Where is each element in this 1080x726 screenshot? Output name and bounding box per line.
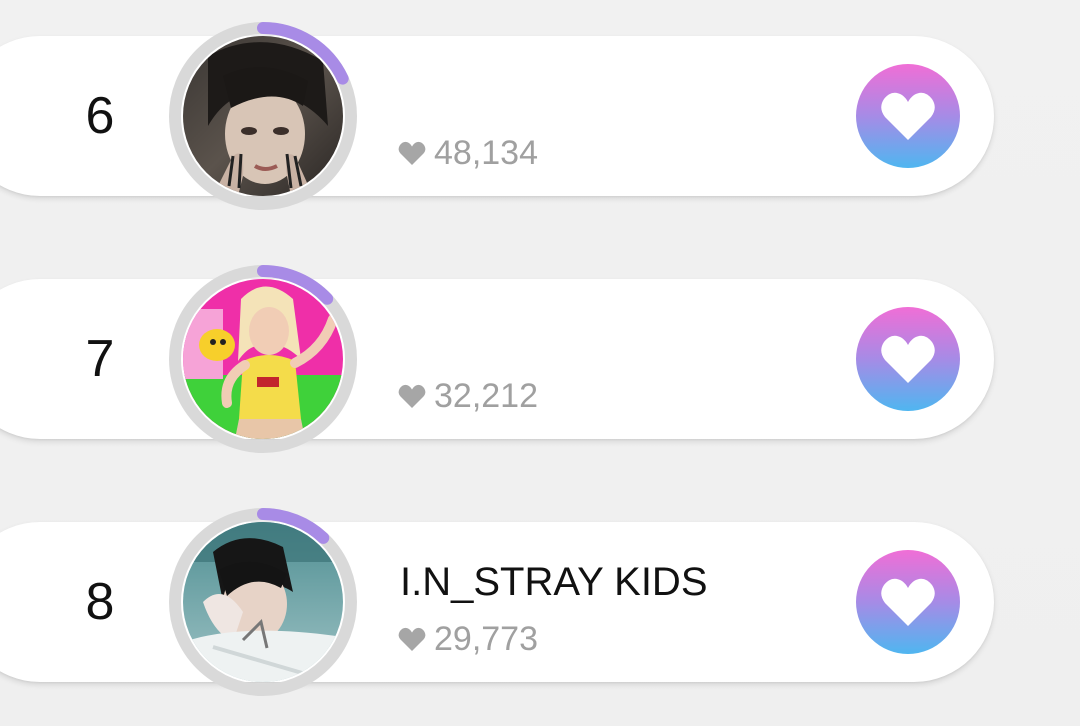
vote-button[interactable] xyxy=(856,550,960,654)
likes-count: 32,212 xyxy=(398,376,538,416)
avatar-photo xyxy=(183,522,343,682)
vote-button[interactable] xyxy=(856,64,960,168)
ranking-row[interactable]: 8 I.N_STRAY KIDS 29,773 xyxy=(0,508,994,696)
ranking-list: 6 48,134 7 32,212 8 I.N_STRAY KIDS 29,77… xyxy=(0,0,1080,726)
ranking-row[interactable]: 7 32,212 xyxy=(0,265,994,453)
artist-name: I.N_STRAY KIDS xyxy=(400,560,708,604)
heart-icon xyxy=(398,384,426,408)
avatar[interactable] xyxy=(168,21,358,211)
avatar[interactable] xyxy=(168,507,358,697)
rank-number: 7 xyxy=(85,330,115,388)
vote-button[interactable] xyxy=(856,307,960,411)
avatar-photo xyxy=(183,279,343,439)
heart-icon xyxy=(398,141,426,165)
heart-icon xyxy=(398,627,426,651)
likes-value: 32,212 xyxy=(434,377,538,415)
likes-value: 48,134 xyxy=(434,134,538,172)
heart-icon xyxy=(881,578,935,626)
rank-number: 8 xyxy=(85,573,115,631)
likes-count: 48,134 xyxy=(398,133,538,173)
heart-icon xyxy=(881,335,935,383)
ranking-row[interactable]: 6 48,134 xyxy=(0,22,994,210)
avatar-photo xyxy=(183,36,343,196)
heart-icon xyxy=(881,92,935,140)
likes-count: 29,773 xyxy=(398,619,538,659)
likes-value: 29,773 xyxy=(434,620,538,658)
rank-number: 6 xyxy=(85,87,115,145)
avatar[interactable] xyxy=(168,264,358,454)
